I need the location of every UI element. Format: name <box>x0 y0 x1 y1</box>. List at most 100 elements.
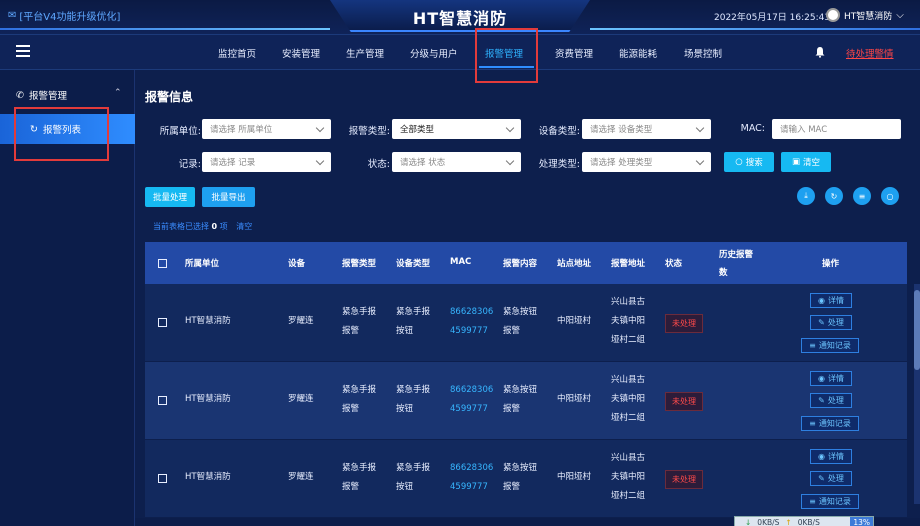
user-menu[interactable]: HT智慧消防 ⌵ <box>826 8 904 22</box>
notify-record-button[interactable]: ≡ 通知记录 <box>801 416 859 431</box>
download-icon[interactable]: ⤓ <box>797 187 815 205</box>
col-actions: 操作 <box>822 259 840 269</box>
row-checkbox[interactable] <box>158 474 167 483</box>
network-monitor: ↓ 0KB/S ↑ 0KB/S 13% <box>734 516 874 526</box>
title-bar: ✉ [平台V4功能升级优化] HT智慧消防 2022年05月17日 16:25:… <box>0 0 920 34</box>
cell-device-type: 紧急手报 <box>396 463 431 473</box>
cell-alarm-type: 紧急手报 <box>342 385 377 395</box>
cell-content: 紧急按钮 <box>503 463 538 473</box>
nav-production-mgmt[interactable]: 生产管理 <box>346 46 384 60</box>
row-checkbox[interactable] <box>158 396 167 405</box>
col-history-2[interactable]: 数 <box>719 266 728 278</box>
chevron-down-icon <box>695 123 705 132</box>
row-checkbox[interactable] <box>158 318 167 327</box>
chevron-down-icon <box>505 156 515 165</box>
col-device[interactable]: 设备 <box>288 257 305 269</box>
cell-mac-2[interactable]: 4599777 <box>450 322 488 341</box>
batch-handle-button[interactable]: 批量处理 <box>145 187 195 207</box>
device-type-select-text: 请选择 设备类型 <box>590 125 653 135</box>
mac-input[interactable]: 请输入 MAC <box>772 119 901 139</box>
sidebar-group-label: 报警管理 <box>28 91 67 102</box>
title-deco-left <box>0 28 330 30</box>
status-select[interactable]: 请选择 状态 <box>392 152 521 172</box>
bell-icon[interactable] <box>814 46 826 58</box>
cell-address-3: 垭村二组 <box>611 335 646 345</box>
chevron-up-icon[interactable]: ⌃ <box>114 88 122 98</box>
cell-site: 中阳垭村 <box>557 394 592 404</box>
cell-address-2: 夫镇中阳 <box>611 394 646 404</box>
table-row[interactable]: HT智慧消防 罗耀连 紧急手报 报警 紧急手报 按钮 86628306 4599… <box>145 440 907 517</box>
refresh-icon[interactable]: ↻ <box>825 187 843 205</box>
user-name: HT智慧消防 <box>844 11 893 22</box>
eye-icon: ◉ <box>818 452 825 461</box>
table-scrollbar[interactable] <box>914 284 920 504</box>
col-alarm-type[interactable]: 报警类型 <box>342 257 376 269</box>
table-row[interactable]: HT智慧消防 罗耀连 紧急手报 报警 紧急手报 按钮 86628306 4599… <box>145 284 907 361</box>
cell-device-type: 紧急手报 <box>396 307 431 317</box>
hamburger-icon[interactable] <box>16 45 30 57</box>
col-mac[interactable]: MAC <box>450 257 471 267</box>
cell-mac[interactable]: 86628306 <box>450 459 493 478</box>
col-content[interactable]: 报警内容 <box>503 257 537 269</box>
col-address[interactable]: 报警地址 <box>611 257 645 269</box>
cell-mac[interactable]: 86628306 <box>450 381 493 400</box>
cell-mac-2[interactable]: 4599777 <box>450 400 488 419</box>
cell-mac[interactable]: 86628306 <box>450 303 493 322</box>
edit-icon: ✎ <box>818 396 825 405</box>
pending-alarms-link[interactable]: 待处理警情 <box>846 46 894 60</box>
cell-content-2: 报警 <box>503 404 521 414</box>
handle-button[interactable]: ✎ 处理 <box>810 393 852 408</box>
selection-prefix: 当前表格已选择 <box>153 222 209 231</box>
notify-record-button[interactable]: ≡ 通知记录 <box>801 494 859 509</box>
notify-label: 通知记录 <box>818 419 851 428</box>
nav-energy[interactable]: 能源能耗 <box>619 46 657 60</box>
record-select[interactable]: 请选择 记录 <box>202 152 331 172</box>
detail-button[interactable]: ◉ 详情 <box>810 293 852 308</box>
table-row[interactable]: HT智慧消防 罗耀连 紧急手报 报警 紧急手报 按钮 86628306 4599… <box>145 362 907 439</box>
clear-selection-link[interactable]: 清空 <box>236 222 252 231</box>
device-type-select[interactable]: 请选择 设备类型 <box>582 119 711 139</box>
unit-select[interactable]: 请选择 所属单位 <box>202 119 331 139</box>
cell-device-type-2: 按钮 <box>396 404 414 414</box>
select-all-checkbox[interactable] <box>158 259 167 268</box>
cell-content-2: 报警 <box>503 326 521 336</box>
scrollbar-thumb[interactable] <box>914 290 920 370</box>
upgrade-notice[interactable]: ✉ [平台V4功能升级优化] <box>8 8 120 23</box>
cell-address-3: 垭村二组 <box>611 491 646 501</box>
mac-label: MAC: <box>740 123 765 134</box>
cell-mac-2[interactable]: 4599777 <box>450 478 488 497</box>
col-status[interactable]: 状态 <box>665 257 682 269</box>
batch-export-button[interactable]: 批量导出 <box>202 187 255 207</box>
nav-scene-control[interactable]: 场景控制 <box>684 46 722 60</box>
handle-button[interactable]: ✎ 处理 <box>810 471 852 486</box>
cell-alarm-type: 紧急手报 <box>342 463 377 473</box>
nav-tariff-mgmt[interactable]: 资费管理 <box>555 46 593 60</box>
nav-levels-users[interactable]: 分级与用户 <box>410 46 458 60</box>
col-history[interactable]: 历史报警 <box>719 248 753 260</box>
col-device-type[interactable]: 设备类型 <box>396 257 430 269</box>
search-icon[interactable]: ○ <box>881 187 899 205</box>
sidebar-group-alarm[interactable]: ✆ 报警管理 <box>16 88 67 103</box>
handle-type-select[interactable]: 请选择 处理类型 <box>582 152 711 172</box>
col-unit[interactable]: 所属单位 <box>185 257 219 269</box>
list-icon: ≡ <box>809 419 816 428</box>
phone-alarm-icon: ✆ <box>16 89 24 101</box>
chevron-down-icon <box>315 156 325 165</box>
nav-install-mgmt[interactable]: 安装管理 <box>282 46 320 60</box>
cell-device: 罗耀连 <box>288 394 314 404</box>
columns-icon[interactable]: ≡ <box>853 187 871 205</box>
search-button[interactable]: ○ 搜索 <box>724 152 774 172</box>
handle-button[interactable]: ✎ 处理 <box>810 315 852 330</box>
download-arrow-icon: ↓ <box>745 517 752 526</box>
cell-alarm-type-2: 报警 <box>342 404 360 414</box>
detail-button[interactable]: ◉ 详情 <box>810 449 852 464</box>
search-button-label: 搜索 <box>745 158 763 168</box>
col-site[interactable]: 站点地址 <box>557 257 591 269</box>
detail-button[interactable]: ◉ 详情 <box>810 371 852 386</box>
cell-device: 罗耀连 <box>288 316 314 326</box>
record-label: 记录: <box>178 159 201 170</box>
alarm-type-select[interactable]: 全部类型 <box>392 119 521 139</box>
clear-button[interactable]: ▣ 清空 <box>781 152 831 172</box>
nav-monitor-home[interactable]: 监控首页 <box>218 46 256 60</box>
notify-record-button[interactable]: ≡ 通知记录 <box>801 338 859 353</box>
